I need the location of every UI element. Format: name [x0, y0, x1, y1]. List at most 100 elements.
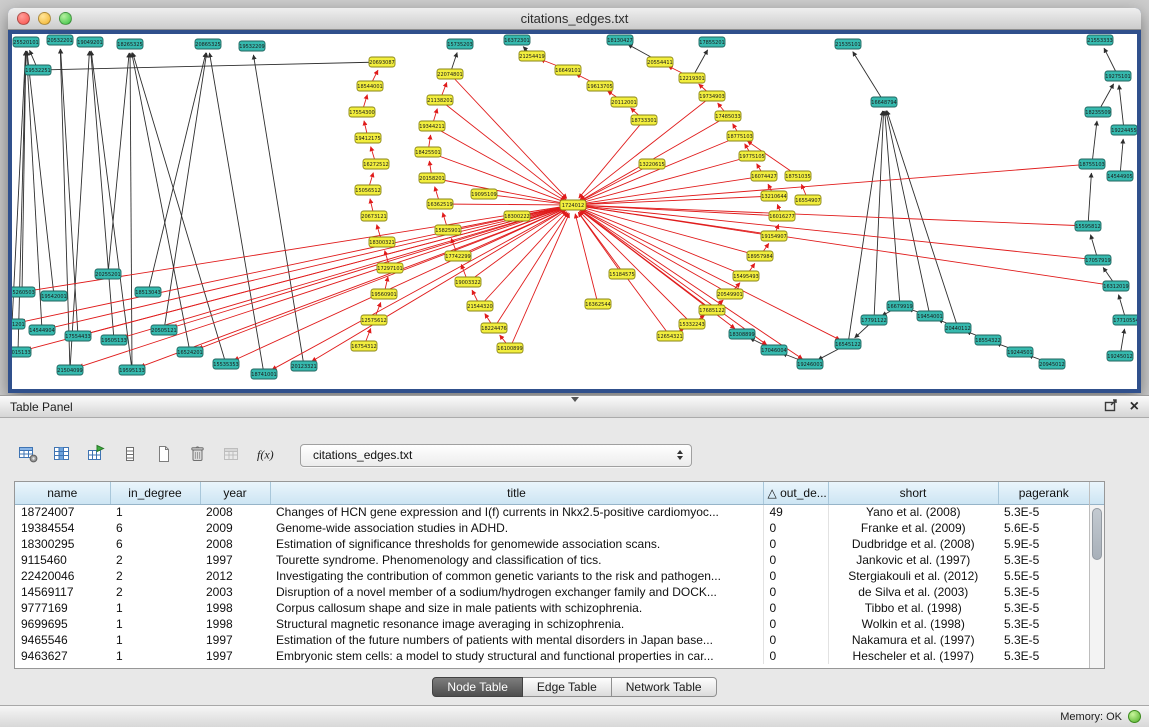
graph-node[interactable]: 20549901: [717, 289, 743, 299]
graph-node[interactable]: 18130427: [607, 35, 633, 45]
graph-node[interactable]: 13210644: [761, 191, 787, 201]
graph-node[interactable]: 19454001: [917, 311, 943, 321]
graph-node[interactable]: 18751035: [785, 171, 811, 181]
vertical-scrollbar[interactable]: [1089, 482, 1104, 668]
float-panel-button[interactable]: [1104, 399, 1118, 415]
table-select-dropdown[interactable]: citations_edges.txt: [300, 444, 692, 467]
graph-node[interactable]: 19244501: [1007, 347, 1033, 357]
graph-node[interactable]: 17297101: [377, 263, 403, 273]
graph-node[interactable]: 19734903: [699, 91, 725, 101]
graph-node[interactable]: 17742299: [445, 251, 471, 261]
graph-node[interactable]: 15595812: [1075, 221, 1101, 231]
column-header[interactable]: △ out_de...: [763, 482, 828, 504]
graph-node[interactable]: 21544320: [467, 301, 493, 311]
close-window-button[interactable]: [17, 12, 30, 25]
graph-node[interactable]: 20505121: [151, 325, 177, 335]
graph-node[interactable]: 20554411: [647, 57, 673, 67]
column-header[interactable]: year: [200, 482, 270, 504]
function-builder-button[interactable]: f(x): [252, 442, 280, 468]
graph-node[interactable]: 16100899: [497, 343, 523, 353]
graph-node[interactable]: 14544904: [29, 325, 55, 335]
graph-node[interactable]: 20673121: [361, 211, 387, 221]
table-row[interactable]: 1456911722003Disruption of a novel membe…: [15, 584, 1089, 600]
graph-node[interactable]: 20440112: [945, 323, 971, 333]
apply-disabled-button[interactable]: [218, 442, 246, 468]
graph-node[interactable]: 16754312: [351, 341, 377, 351]
graph-node[interactable]: 15056512: [355, 185, 381, 195]
graph-node[interactable]: 19224455: [1111, 125, 1137, 135]
graph-node[interactable]: 15495493: [733, 271, 759, 281]
graph-node[interactable]: 19542001: [41, 291, 67, 301]
graph-node[interactable]: 19532209: [239, 41, 265, 51]
graph-node[interactable]: 20945012: [1039, 359, 1065, 369]
graph-node[interactable]: 19275101: [1105, 71, 1131, 81]
graph-node[interactable]: 16679919: [887, 301, 913, 311]
tab-edge-table[interactable]: Edge Table: [523, 677, 612, 697]
graph-node[interactable]: 20158201: [419, 173, 445, 183]
graph-node[interactable]: 15825901: [435, 225, 461, 235]
graph-node[interactable]: 20532201: [47, 35, 73, 45]
graph-node[interactable]: 19049201: [77, 37, 103, 47]
graph-node[interactable]: 16016277: [769, 211, 795, 221]
graph-node[interactable]: 17046004: [761, 345, 787, 355]
graph-node[interactable]: 17554300: [349, 107, 375, 117]
column-header[interactable]: title: [270, 482, 763, 504]
graph-node[interactable]: 16545122: [835, 339, 861, 349]
graph-node[interactable]: 18300321: [369, 237, 395, 247]
tab-node-table[interactable]: Node Table: [432, 677, 523, 697]
graph-node[interactable]: 16272512: [363, 159, 389, 169]
import-table-button[interactable]: [82, 442, 110, 468]
graph-node[interactable]: 25520101: [13, 37, 39, 47]
graph-node[interactable]: 19245012: [1107, 351, 1133, 361]
table-row[interactable]: 911546021997Tourette syndrome. Phenomeno…: [15, 552, 1089, 568]
table-row[interactable]: 1830029562008Estimation of significance …: [15, 536, 1089, 552]
graph-node[interactable]: 17791122: [861, 315, 887, 325]
row-editor-button[interactable]: [116, 442, 144, 468]
graph-node[interactable]: 14544905: [1107, 171, 1133, 181]
graph-node[interactable]: 16649101: [555, 65, 581, 75]
graph-node[interactable]: 16312019: [1103, 281, 1129, 291]
graph-node[interactable]: 18015133: [12, 347, 31, 357]
table-row[interactable]: 2242004622012Investigating the contribut…: [15, 568, 1089, 584]
column-header[interactable]: name: [15, 482, 110, 504]
column-header[interactable]: in_degree: [110, 482, 200, 504]
graph-node[interactable]: 15735203: [447, 39, 473, 49]
table-row[interactable]: 946362711997Embryonic stem cells: a mode…: [15, 648, 1089, 664]
graph-node[interactable]: 17685122: [699, 305, 725, 315]
graph-node[interactable]: 21504099: [57, 365, 83, 375]
graph-node[interactable]: 19412175: [355, 133, 381, 143]
table-row[interactable]: 946554611997Estimation of the future num…: [15, 632, 1089, 648]
graph-node[interactable]: 19775105: [739, 151, 765, 161]
table-row[interactable]: 1938455462009Genome-wide association stu…: [15, 520, 1089, 536]
graph-node[interactable]: 19613705: [587, 81, 613, 91]
graph-node[interactable]: 16074427: [751, 171, 777, 181]
graph-node[interactable]: 16362519: [427, 199, 453, 209]
graph-node[interactable]: 17855201: [699, 37, 725, 47]
graph-node[interactable]: 20255201: [95, 269, 121, 279]
graph-node[interactable]: 12654321: [657, 331, 683, 341]
graph-node[interactable]: 18544001: [357, 81, 383, 91]
graph-node[interactable]: 18741001: [251, 369, 277, 379]
graph-node[interactable]: 16362544: [585, 299, 611, 309]
graph-node[interactable]: 19154907: [761, 231, 787, 241]
graph-node[interactable]: 19344211: [419, 121, 445, 131]
graph-node[interactable]: 17554433: [65, 331, 91, 341]
graph-node[interactable]: 19505133: [101, 335, 127, 345]
graph-node[interactable]: 18425501: [415, 147, 441, 157]
graph-node[interactable]: 16372301: [504, 35, 530, 45]
table-row[interactable]: 1872400712008Changes of HCN gene express…: [15, 504, 1089, 520]
graph-node[interactable]: 18224476: [481, 323, 507, 333]
table-row[interactable]: 969969511998Structural magnetic resonanc…: [15, 616, 1089, 632]
graph-node[interactable]: 15184575: [609, 269, 635, 279]
table-row[interactable]: 977716911998Corpus callosum shape and si…: [15, 600, 1089, 616]
vertical-scrollbar-thumb[interactable]: [1092, 508, 1102, 560]
graph-node[interactable]: 17485033: [715, 111, 741, 121]
graph-node[interactable]: 18957984: [747, 251, 773, 261]
graph-node[interactable]: 21138201: [427, 95, 453, 105]
graph-node[interactable]: 18235509: [1085, 107, 1111, 117]
graph-node[interactable]: 13220615: [639, 159, 665, 169]
graph-node[interactable]: 20123321: [291, 361, 317, 371]
graph-node[interactable]: 18300222: [504, 211, 530, 221]
graph-node[interactable]: 15535353: [213, 359, 239, 369]
graph-node[interactable]: 21254419: [519, 51, 545, 61]
